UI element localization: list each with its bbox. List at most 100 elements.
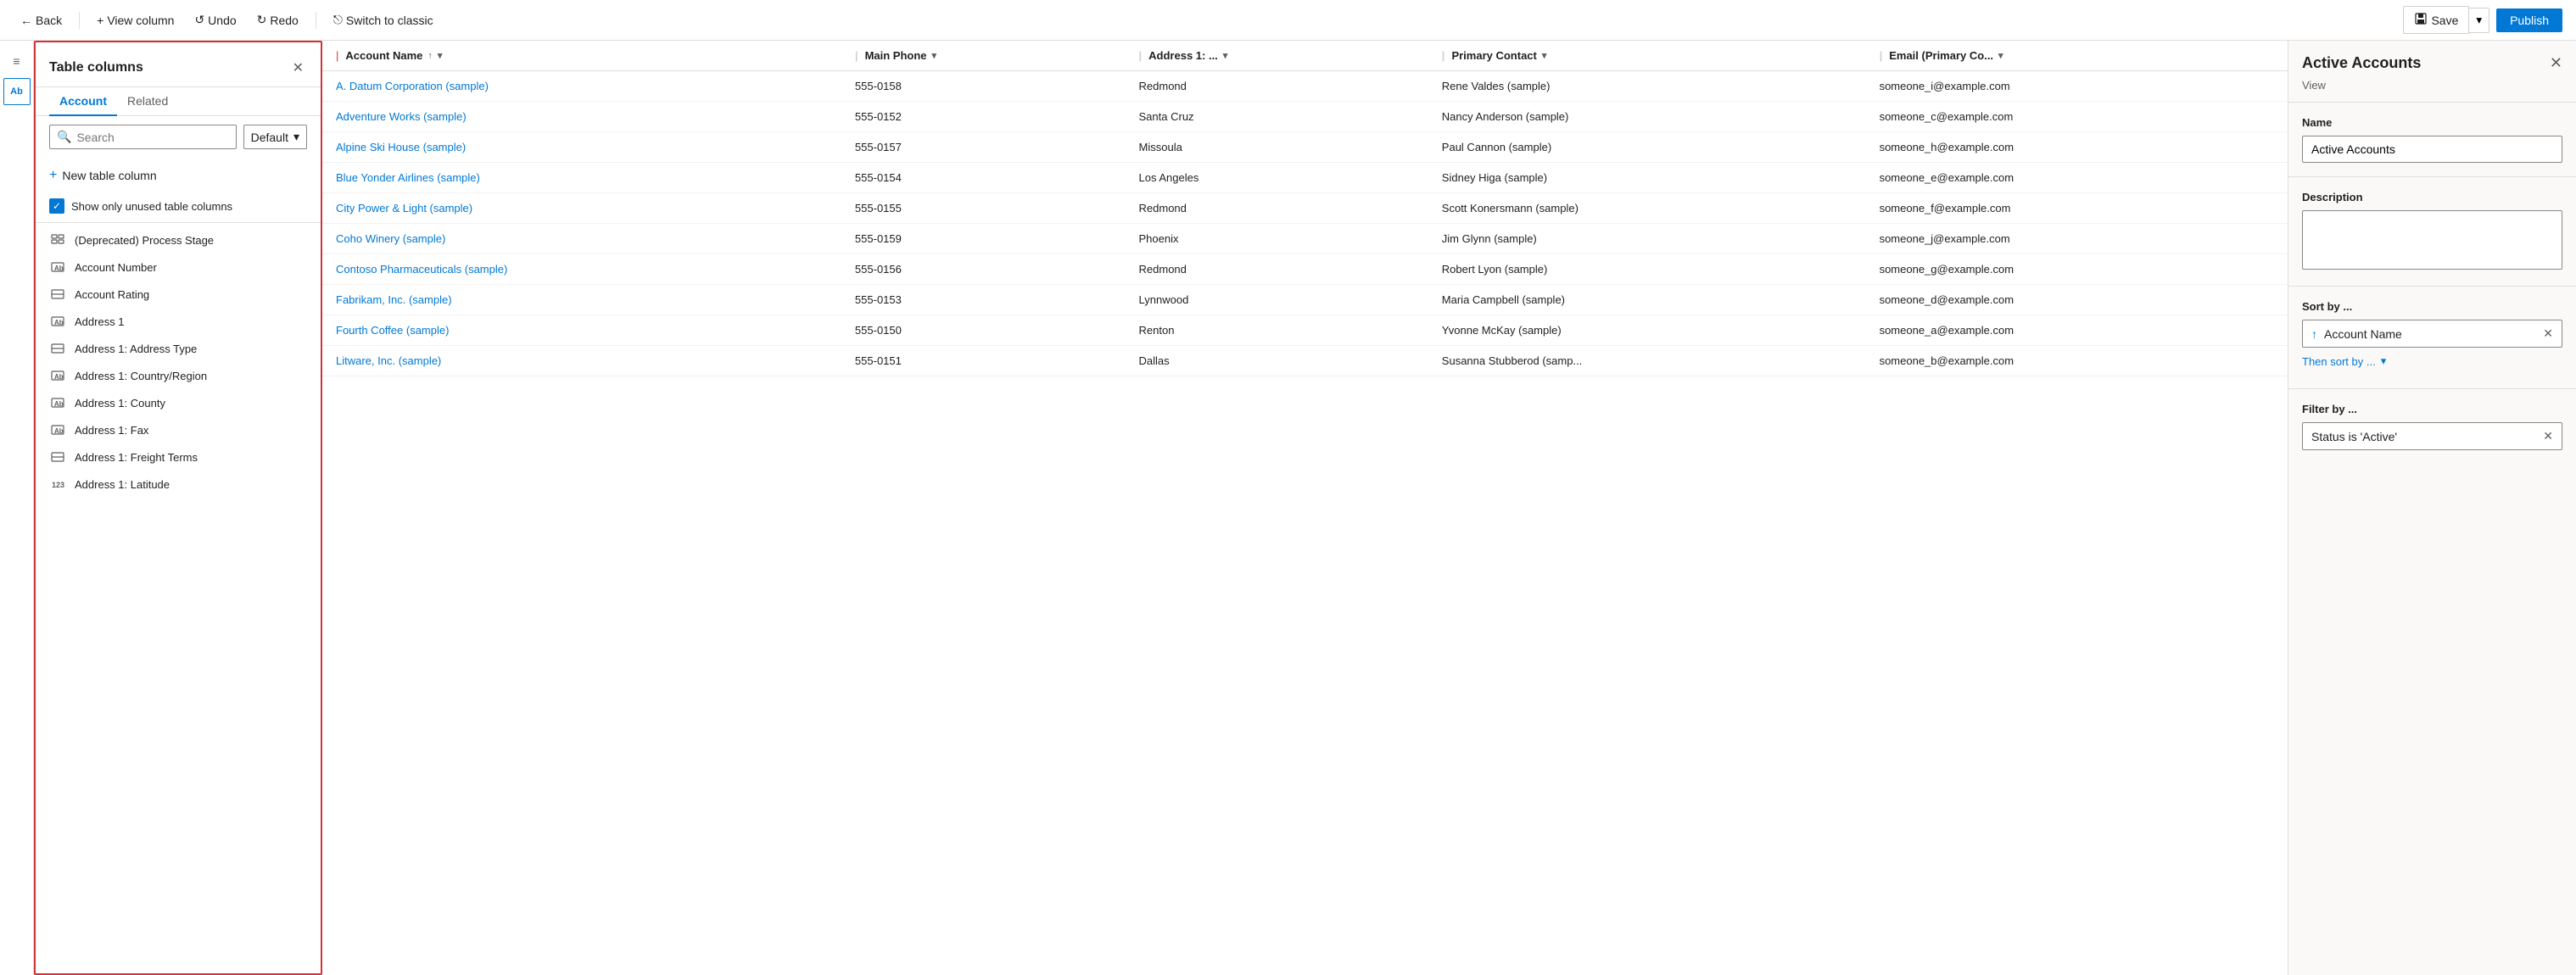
account-cell[interactable]: Adventure Works (sample) xyxy=(322,102,841,132)
unused-checkbox[interactable]: ✓ xyxy=(49,198,64,214)
contact-cell: Paul Cannon (sample) xyxy=(1428,132,1866,163)
list-item[interactable]: AbAddress 1 xyxy=(36,308,321,335)
list-item[interactable]: Address 1: Freight Terms xyxy=(36,443,321,471)
list-item[interactable]: AbAddress 1: Fax xyxy=(36,416,321,443)
list-item[interactable]: 123 Address 1: Latitude xyxy=(36,471,321,498)
contact-cell: Rene Valdes (sample) xyxy=(1428,71,1866,102)
svg-text:Ab: Ab xyxy=(54,319,64,326)
list-item[interactable]: Address 1: Address Type xyxy=(36,335,321,362)
text-icon[interactable]: Ab xyxy=(3,78,31,105)
account-cell[interactable]: A. Datum Corporation (sample) xyxy=(322,71,841,102)
table-header-cell[interactable]: |Main Phone▾ xyxy=(841,41,1126,71)
phone-cell: 555-0150 xyxy=(841,315,1126,346)
toolbar: ← Back + View column ↺ Undo ↻ Redo ⎋ Swi… xyxy=(0,0,2576,41)
column-name: Address 1: Country/Region xyxy=(75,370,207,382)
table-container[interactable]: |Account Name↑▾|Main Phone▾|Address 1: .… xyxy=(322,41,2288,975)
account-cell[interactable]: Fabrikam, Inc. (sample) xyxy=(322,285,841,315)
list-item[interactable]: (Deprecated) Process Stage xyxy=(36,226,321,254)
phone-cell: 555-0152 xyxy=(841,102,1126,132)
address-cell: Lynnwood xyxy=(1126,285,1428,315)
account-cell[interactable]: City Power & Light (sample) xyxy=(322,193,841,224)
table-header: |Account Name↑▾|Main Phone▾|Address 1: .… xyxy=(322,41,2288,71)
save-dropdown-button[interactable]: ▾ xyxy=(2469,8,2489,33)
col-marker: | xyxy=(336,49,338,62)
rp-sort-section: Sort by ... ↑ Account Name ✕ Then sort b… xyxy=(2288,287,2576,388)
search-icon: 🔍 xyxy=(57,130,71,144)
email-cell: someone_f@example.com xyxy=(1866,193,2288,224)
sort-remove-button[interactable]: ✕ xyxy=(2543,326,2553,341)
contact-cell: Yvonne McKay (sample) xyxy=(1428,315,1866,346)
column-name: Address 1: Latitude xyxy=(75,478,170,491)
rp-description-textarea[interactable] xyxy=(2302,210,2562,270)
account-cell[interactable]: Contoso Pharmaceuticals (sample) xyxy=(322,254,841,285)
new-table-column-button[interactable]: + New table column xyxy=(49,164,157,187)
account-cell[interactable]: Blue Yonder Airlines (sample) xyxy=(322,163,841,193)
account-cell[interactable]: Fourth Coffee (sample) xyxy=(322,315,841,346)
rp-sort-label: Sort by ... xyxy=(2302,300,2562,313)
save-icon xyxy=(2414,12,2428,28)
table-header-cell[interactable]: |Primary Contact▾ xyxy=(1428,41,1866,71)
panel-header: Table columns ✕ xyxy=(36,42,321,87)
view-column-button[interactable]: + View column xyxy=(90,10,181,31)
publish-button[interactable]: Publish xyxy=(2496,8,2562,32)
redo-label: Redo xyxy=(270,14,298,27)
list-item[interactable]: AbAccount Number xyxy=(36,254,321,281)
rp-description-label: Description xyxy=(2302,191,2562,203)
account-cell[interactable]: Coho Winery (sample) xyxy=(322,224,841,254)
publish-label: Publish xyxy=(2510,14,2549,27)
address-cell: Santa Cruz xyxy=(1126,102,1428,132)
rp-name-section: Name xyxy=(2288,103,2576,176)
list-item[interactable]: Ab Address 1: Country/Region xyxy=(36,362,321,389)
undo-button[interactable]: ↺ Undo xyxy=(187,9,243,31)
svg-text:Ab: Ab xyxy=(54,373,64,381)
then-sort-button[interactable]: Then sort by ... ▾ xyxy=(2302,348,2562,375)
email-cell: someone_g@example.com xyxy=(1866,254,2288,285)
table-row: Fabrikam, Inc. (sample) 555-0153 Lynnwoo… xyxy=(322,285,2288,315)
column-type-icon xyxy=(49,450,66,464)
back-icon: ← xyxy=(20,14,32,27)
hamburger-icon[interactable]: ≡ xyxy=(3,47,31,75)
panel-close-button[interactable]: ✕ xyxy=(289,56,307,80)
email-cell: someone_i@example.com xyxy=(1866,71,2288,102)
account-cell[interactable]: Litware, Inc. (sample) xyxy=(322,346,841,376)
col-separator: | xyxy=(855,49,858,62)
sort-chip-left: ↑ Account Name xyxy=(2311,327,2402,341)
tab-account[interactable]: Account xyxy=(49,87,117,116)
column-name: (Deprecated) Process Stage xyxy=(75,234,214,247)
phone-cell: 555-0153 xyxy=(841,285,1126,315)
chevron-down-icon: ▾ xyxy=(932,50,937,61)
address-cell: Redmond xyxy=(1126,71,1428,102)
rp-filter-section: Filter by ... Status is 'Active' ✕ xyxy=(2288,389,2576,464)
phone-cell: 555-0151 xyxy=(841,346,1126,376)
filter-remove-button[interactable]: ✕ xyxy=(2543,429,2553,443)
col-separator: | xyxy=(1880,49,1883,62)
column-type-icon: Ab xyxy=(49,315,66,328)
chevron-down-icon: ▾ xyxy=(1998,50,2003,61)
account-cell[interactable]: Alpine Ski House (sample) xyxy=(322,132,841,163)
chevron-down-icon: ▾ xyxy=(1542,50,1547,61)
column-name: Address 1: Freight Terms xyxy=(75,451,198,464)
table-header-cell[interactable]: |Address 1: ...▾ xyxy=(1126,41,1428,71)
column-name: Address 1: County xyxy=(75,397,165,410)
plus-icon: + xyxy=(97,14,103,27)
table-header-cell[interactable]: |Account Name↑▾ xyxy=(322,41,841,71)
column-type-icon: Ab xyxy=(49,423,66,437)
back-button[interactable]: ← Back xyxy=(14,10,69,31)
default-dropdown[interactable]: Default ▾ xyxy=(243,125,307,149)
rp-close-button[interactable]: ✕ xyxy=(2550,54,2562,72)
then-sort-label: Then sort by ... xyxy=(2302,355,2376,368)
save-button[interactable]: Save xyxy=(2403,6,2469,34)
search-input[interactable] xyxy=(76,131,228,144)
rp-name-label: Name xyxy=(2302,116,2562,129)
phone-cell: 555-0156 xyxy=(841,254,1126,285)
redo-button[interactable]: ↻ Redo xyxy=(250,9,305,31)
rp-name-input[interactable] xyxy=(2302,136,2562,163)
svg-text:123: 123 xyxy=(52,481,64,489)
switch-classic-button[interactable]: ⎋ Switch to classic xyxy=(327,9,440,31)
table-header-cell[interactable]: |Email (Primary Co...▾ xyxy=(1866,41,2288,71)
list-item[interactable]: Account Rating xyxy=(36,281,321,308)
list-item[interactable]: AbAddress 1: County xyxy=(36,389,321,416)
dropdown-chevron-icon: ▾ xyxy=(293,130,299,144)
tab-related[interactable]: Related xyxy=(117,87,178,116)
unused-checkbox-row[interactable]: ✓ Show only unused table columns xyxy=(36,193,321,219)
